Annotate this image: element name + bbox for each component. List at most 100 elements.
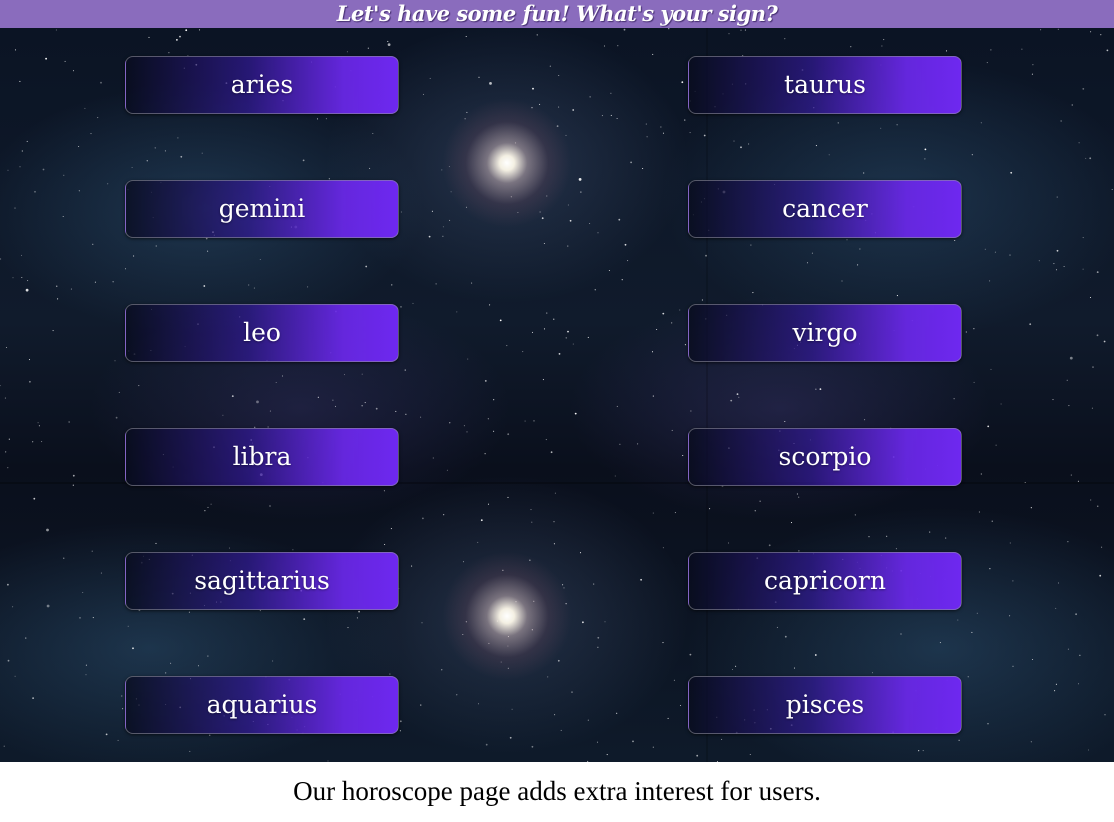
star-dot — [610, 114, 612, 116]
star-dot — [25, 637, 27, 639]
star-dot — [1069, 356, 1073, 360]
star-dot — [828, 154, 830, 156]
star-dot — [971, 154, 973, 156]
sign-button-aquarius[interactable]: aquarius — [125, 676, 399, 734]
star-dot — [228, 547, 231, 549]
star-dot — [1091, 407, 1093, 409]
star-dot — [487, 503, 490, 505]
star-dot — [399, 730, 401, 732]
star-dot — [332, 399, 334, 401]
star-dot — [107, 183, 109, 185]
star-dot — [420, 704, 422, 706]
star-dot — [133, 255, 135, 257]
star-dot — [881, 45, 883, 47]
sign-button-virgo[interactable]: virgo — [688, 304, 962, 362]
star-dot — [749, 753, 751, 756]
star-dot — [92, 617, 94, 619]
star-dot — [207, 655, 209, 657]
sign-button-leo[interactable]: leo — [125, 304, 399, 362]
star-dot — [837, 122, 839, 124]
star-dot — [553, 521, 555, 523]
star-dot — [275, 381, 277, 384]
sign-label: capricorn — [764, 566, 886, 595]
sign-button-pisces[interactable]: pisces — [688, 676, 962, 734]
star-dot — [12, 606, 14, 608]
star-dot — [990, 49, 992, 51]
star-dot — [1060, 120, 1062, 122]
sign-label: sagittarius — [194, 566, 330, 595]
star-dot — [302, 159, 305, 162]
star-dot — [668, 28, 670, 30]
star-dot — [978, 511, 980, 513]
star-dot — [70, 288, 72, 290]
sign-label: libra — [232, 442, 292, 471]
star-dot — [594, 289, 596, 291]
star-dot — [976, 612, 978, 614]
star-dot — [127, 625, 129, 627]
star-dot — [1075, 613, 1077, 616]
star-dot — [467, 358, 469, 360]
star-dot — [46, 528, 49, 532]
star-dot — [662, 547, 664, 549]
star-dot — [387, 40, 389, 42]
star-dot — [197, 665, 200, 667]
star-dot — [567, 245, 569, 247]
star-dot — [1079, 654, 1081, 656]
star-dot — [1029, 323, 1032, 326]
sign-button-cancer[interactable]: cancer — [688, 180, 962, 238]
star-dot — [924, 158, 926, 160]
star-dot — [253, 287, 255, 289]
star-dot — [387, 43, 391, 46]
star-dot — [819, 388, 822, 390]
star-dot — [412, 302, 414, 304]
star-dot — [456, 694, 458, 696]
star-dot — [656, 328, 658, 331]
sign-button-aries[interactable]: aries — [125, 56, 399, 114]
star-dot — [642, 167, 644, 170]
star-dot — [606, 754, 608, 756]
sign-button-taurus[interactable]: taurus — [688, 56, 962, 114]
star-dot — [14, 49, 17, 51]
star-dot — [589, 96, 591, 98]
star-dot — [776, 626, 778, 628]
star-dot — [146, 160, 148, 162]
star-dot — [1055, 683, 1057, 685]
star-dot — [1092, 366, 1094, 368]
sign-button-libra[interactable]: libra — [125, 428, 399, 486]
star-dot — [72, 484, 74, 486]
star-dot — [864, 419, 866, 421]
star-dot — [752, 292, 754, 294]
star-dot — [880, 127, 882, 129]
star-dot — [667, 717, 669, 719]
star-dot — [728, 33, 730, 35]
star-dot — [124, 268, 127, 270]
star-dot — [85, 664, 87, 666]
star-dot — [97, 117, 99, 119]
star-dot — [640, 578, 642, 581]
sign-button-capricorn[interactable]: capricorn — [688, 552, 962, 610]
star-dot — [814, 654, 817, 656]
star-dot — [684, 119, 686, 121]
star-dot — [422, 93, 425, 95]
star-dot — [203, 285, 206, 287]
sign-button-sagittarius[interactable]: sagittarius — [125, 552, 399, 610]
star-dot — [511, 708, 513, 710]
star-dot — [815, 145, 817, 147]
star-dot — [45, 57, 47, 60]
star-dot — [662, 132, 665, 134]
star-dot — [1009, 615, 1011, 617]
star-dot — [1066, 379, 1068, 381]
star-dot — [536, 34, 538, 36]
star-dot — [509, 736, 512, 739]
star-dot — [79, 617, 81, 619]
star-dot — [784, 38, 786, 40]
star-dot — [1089, 296, 1092, 299]
star-dot — [148, 36, 150, 38]
star-dot — [94, 281, 96, 283]
star-dot — [100, 81, 102, 84]
star-dot — [608, 269, 610, 272]
sign-button-scorpio[interactable]: scorpio — [688, 428, 962, 486]
star-dot — [1056, 249, 1059, 252]
star-dot — [558, 74, 560, 77]
sign-button-gemini[interactable]: gemini — [125, 180, 399, 238]
